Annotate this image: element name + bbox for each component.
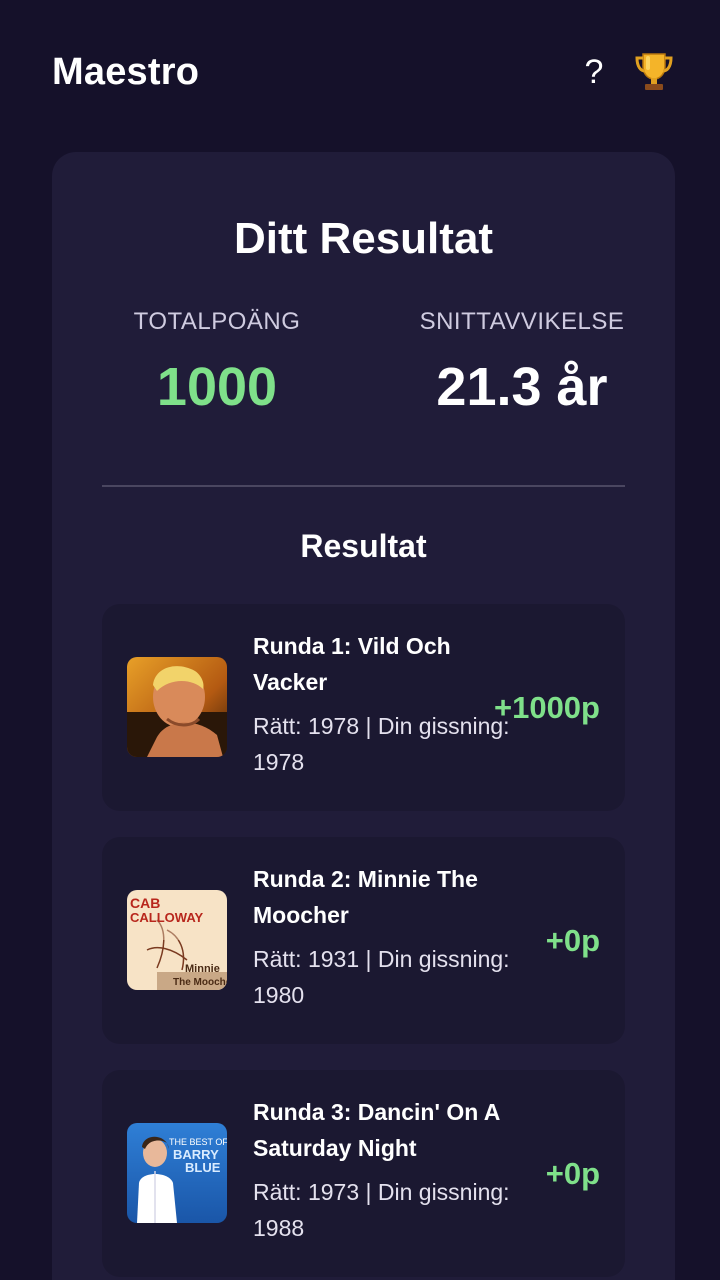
total-score-value: 1000 xyxy=(156,357,278,417)
total-score-stat: TOTALPOÄNG 1000 xyxy=(112,308,322,418)
album-cover-2: CAB CALLOWAY Minnie The Moocher xyxy=(127,890,227,990)
average-deviation-label: SNITTAVVIKELSE xyxy=(419,308,625,335)
album-cover-2-line-1: CAB xyxy=(130,895,160,911)
round-name: Runda 1: Vild Och Vacker xyxy=(253,633,451,695)
app-root: Maestro ? Ditt Resultat TOTALPOÄNG 1000 xyxy=(0,0,720,1280)
top-bar: Maestro ? xyxy=(52,40,676,104)
trophy-icon xyxy=(635,53,673,90)
round-points: +1000p xyxy=(493,689,600,725)
round-item-1[interactable]: Runda 1: Vild Och Vacker Rätt: 1978 | Di… xyxy=(102,604,625,811)
average-deviation-value: 21.3 år xyxy=(436,357,608,417)
round-detail: Rätt: 1978 | Din gissning: 1978 xyxy=(253,713,510,775)
round-item-3[interactable]: THE BEST OF BARRY BLUE Runda 3: Dancin' … xyxy=(102,1070,625,1277)
app-title: Maestro xyxy=(52,50,200,93)
round-text-2: Runda 2: Minnie The Moocher Rätt: 1931 |… xyxy=(253,861,523,1013)
round-text-1: Runda 1: Vild Och Vacker Rätt: 1978 | Di… xyxy=(253,628,523,780)
album-cover-image-1 xyxy=(127,657,227,757)
round-points: +0p xyxy=(545,922,600,958)
round-points: +0p xyxy=(545,1155,600,1191)
divider xyxy=(102,485,625,487)
album-cover-1 xyxy=(127,657,227,757)
rounds-section-title: Resultat xyxy=(300,528,427,564)
top-bar-actions: ? xyxy=(574,48,676,96)
album-cover-3: THE BEST OF BARRY BLUE xyxy=(127,1123,227,1223)
album-cover-image-2: CAB CALLOWAY Minnie The Moocher xyxy=(127,890,227,990)
album-cover-2-line-2: CALLOWAY xyxy=(130,910,204,925)
help-button[interactable]: ? xyxy=(574,53,614,92)
round-detail: Rätt: 1973 | Din gissning: 1988 xyxy=(253,1179,510,1241)
album-cover-3-line-1: THE BEST OF xyxy=(169,1137,227,1147)
result-card: Ditt Resultat TOTALPOÄNG 1000 SNITTAVVIK… xyxy=(52,152,675,1280)
round-name: Runda 3: Dancin' On A Saturday Night xyxy=(253,1099,500,1161)
average-deviation-stat: SNITTAVVIKELSE 21.3 år xyxy=(372,308,672,418)
result-title: Ditt Resultat xyxy=(233,214,494,263)
album-cover-image-3: THE BEST OF BARRY BLUE xyxy=(127,1123,227,1223)
album-cover-2-line-4: The Moocher xyxy=(173,977,227,988)
total-score-label: TOTALPOÄNG xyxy=(133,308,301,335)
album-cover-3-line-3: BLUE xyxy=(185,1160,221,1175)
stats-row: TOTALPOÄNG 1000 SNITTAVVIKELSE 21.3 år xyxy=(52,308,675,428)
round-name: Runda 2: Minnie The Moocher xyxy=(253,866,478,928)
round-detail: Rätt: 1931 | Din gissning: 1980 xyxy=(253,946,510,1008)
round-text-3: Runda 3: Dancin' On A Saturday Night Rät… xyxy=(253,1094,523,1246)
leaderboard-button[interactable] xyxy=(632,48,676,96)
round-item-2[interactable]: CAB CALLOWAY Minnie The Moocher Runda 2:… xyxy=(102,837,625,1044)
album-cover-2-line-3: Minnie xyxy=(185,963,220,975)
